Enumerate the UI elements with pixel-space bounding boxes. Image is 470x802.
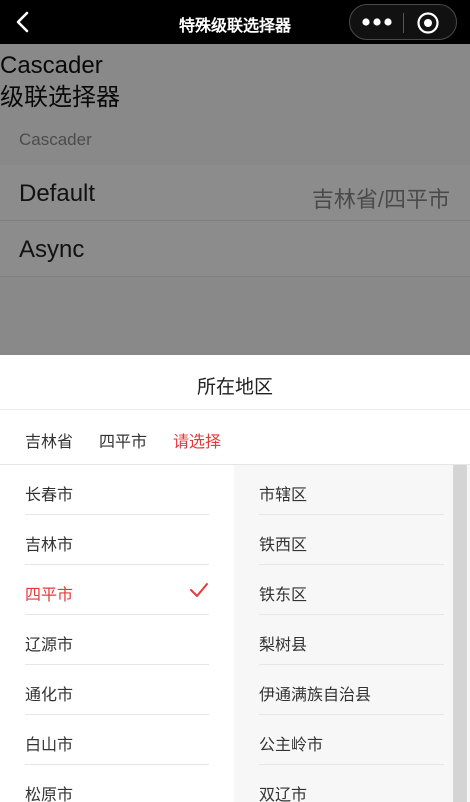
list-item[interactable]: 双辽市	[259, 765, 444, 802]
list-item-label: 双辽市	[259, 787, 308, 802]
list-item-label: 松原市	[25, 787, 74, 802]
target-icon[interactable]	[416, 11, 440, 35]
list-item[interactable]: 伊通满族自治县	[259, 665, 444, 715]
list-item[interactable]: 吉林市	[25, 515, 209, 565]
list-item-label: 白山市	[25, 737, 74, 754]
list-item-label: 四平市	[25, 587, 74, 604]
list-item-label: 伊通满族自治县	[259, 687, 372, 704]
capsule-divider	[403, 13, 404, 33]
list-item[interactable]: 铁西区	[259, 515, 444, 565]
checkmark-icon	[190, 583, 208, 597]
navigation-bar: 特殊级联选择器	[0, 0, 470, 44]
scrollbar[interactable]	[453, 465, 467, 802]
more-dots-icon[interactable]	[360, 12, 394, 32]
tab-province[interactable]: 吉林省	[25, 428, 73, 452]
list-item[interactable]: 松原市	[25, 765, 209, 802]
list-item-label: 辽源市	[25, 637, 74, 654]
list-item-label: 铁东区	[259, 587, 308, 604]
city-column: 长春市 吉林市 四平市 辽源市 通化市 白山市 松原市	[0, 465, 234, 802]
list-item-label: 公主岭市	[259, 737, 324, 754]
list-item[interactable]: 梨树县	[259, 615, 444, 665]
list-item[interactable]: 市辖区	[259, 465, 444, 515]
list-item-label: 梨树县	[259, 637, 308, 654]
tab-please-select[interactable]: 请选择	[173, 428, 221, 452]
popup-title: 所在地区	[196, 377, 273, 398]
cascader-tabs: 吉林省 四平市 请选择	[0, 410, 470, 465]
list-item[interactable]: 白山市	[25, 715, 209, 765]
list-item-label: 长春市	[25, 487, 74, 504]
list-item[interactable]: 通化市	[25, 665, 209, 715]
list-item[interactable]: 公主岭市	[259, 715, 444, 765]
list-item-label: 市辖区	[259, 487, 308, 504]
list-item[interactable]: 长春市	[25, 465, 209, 515]
list-item-label: 铁西区	[259, 537, 308, 554]
district-column: 市辖区 铁西区 铁东区 梨树县 伊通满族自治县 公主岭市 双辽市	[234, 465, 470, 802]
list-item-label: 通化市	[25, 687, 74, 704]
menu-capsule	[349, 4, 457, 40]
tab-city[interactable]: 四平市	[99, 428, 147, 452]
popup-header: 所在地区	[0, 355, 470, 410]
list-item-selected[interactable]: 四平市	[25, 565, 209, 615]
list-item[interactable]: 铁东区	[259, 565, 444, 615]
list-item[interactable]: 辽源市	[25, 615, 209, 665]
cascader-popup: 所在地区 吉林省 四平市 请选择 长春市 吉林市 四平市 辽源市 通化市 白山市	[0, 355, 470, 802]
list-item-label: 吉林市	[25, 537, 74, 554]
